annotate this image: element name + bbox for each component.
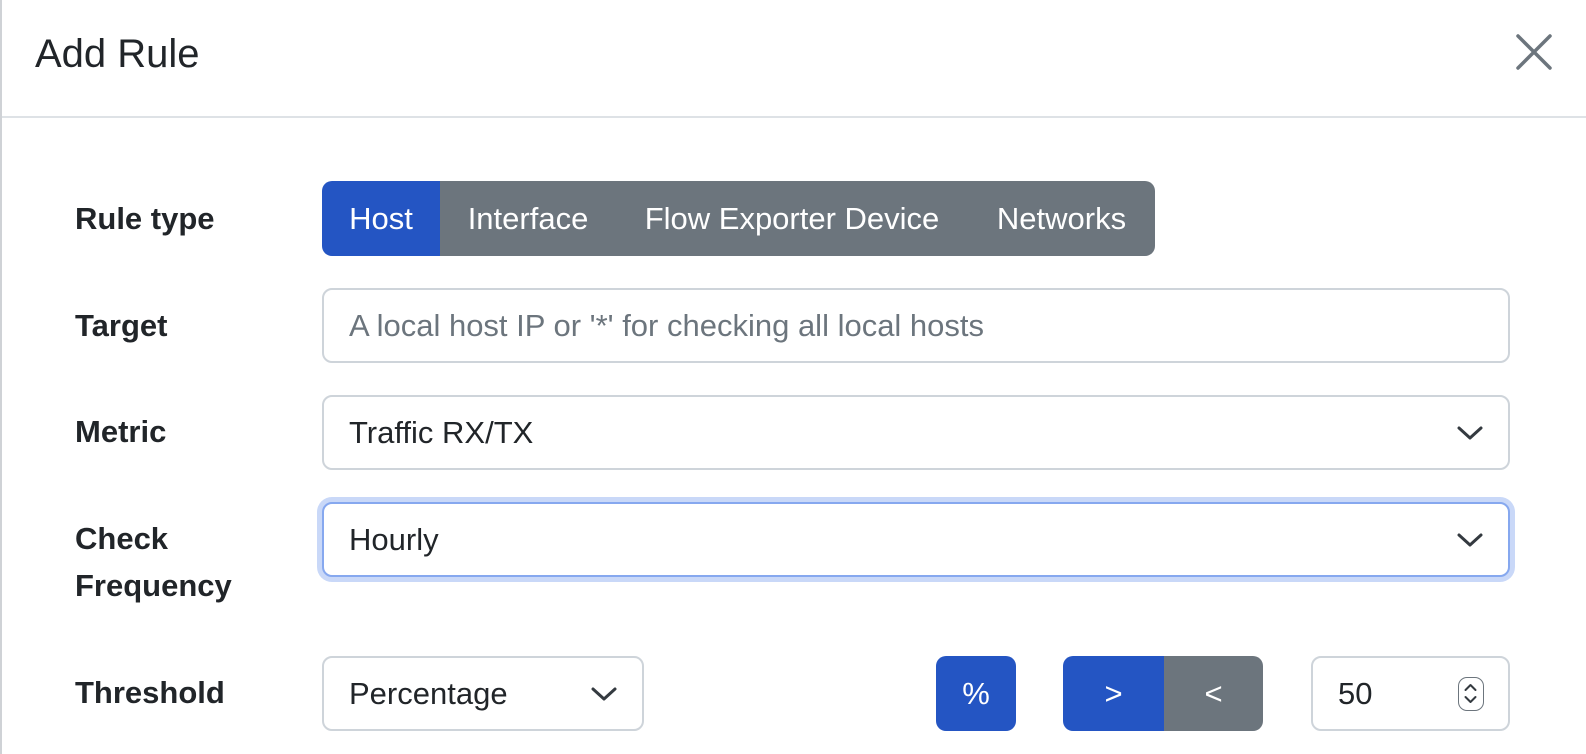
- frequency-select[interactable]: Hourly: [322, 502, 1510, 577]
- rule-type-host-button[interactable]: Host: [322, 181, 440, 256]
- modal-title: Add Rule: [35, 32, 200, 76]
- target-placeholder: A local host IP or '*' for checking all …: [349, 307, 985, 343]
- threshold-type-value: Percentage: [349, 675, 508, 711]
- threshold-label: Threshold: [75, 675, 225, 710]
- metric-value: Traffic RX/TX: [349, 414, 534, 450]
- chevron-down-icon: [591, 687, 617, 701]
- metric-select[interactable]: Traffic RX/TX: [322, 395, 1510, 470]
- spinner-arrows-svg: [1464, 684, 1477, 703]
- rule-type-label: Rule type: [75, 201, 215, 236]
- frequency-label-line1: Check: [75, 521, 169, 556]
- threshold-value: 50: [1338, 675, 1373, 711]
- close-button[interactable]: [1512, 30, 1556, 74]
- add-rule-modal: Add Rule Rule type Host Interface Flow E…: [0, 0, 1586, 754]
- rule-type-networks-button[interactable]: Networks: [968, 181, 1155, 256]
- rule-type-flow-exporter-button[interactable]: Flow Exporter Device: [616, 181, 968, 256]
- spinner-arrows-icon[interactable]: [1458, 677, 1484, 711]
- frequency-value: Hourly: [349, 521, 439, 557]
- threshold-type-select[interactable]: Percentage: [322, 656, 644, 731]
- metric-label: Metric: [75, 414, 167, 449]
- modal-header: Add Rule: [2, 0, 1586, 118]
- frequency-label-line2: Frequency: [75, 568, 232, 603]
- target-input[interactable]: A local host IP or '*' for checking all …: [322, 288, 1510, 363]
- percent-unit-button[interactable]: %: [936, 656, 1016, 731]
- rule-type-interface-button[interactable]: Interface: [440, 181, 616, 256]
- less-than-button[interactable]: <: [1164, 656, 1263, 731]
- greater-than-button[interactable]: >: [1063, 656, 1164, 731]
- threshold-value-input[interactable]: 50: [1311, 656, 1510, 731]
- operator-toggle: > <: [1063, 656, 1263, 731]
- chevron-down-icon: [1457, 533, 1483, 547]
- close-icon: [1516, 34, 1552, 70]
- target-label: Target: [75, 308, 168, 343]
- chevron-down-icon: [1457, 426, 1483, 440]
- rule-type-toggle: Host Interface Flow Exporter Device Netw…: [322, 181, 1155, 256]
